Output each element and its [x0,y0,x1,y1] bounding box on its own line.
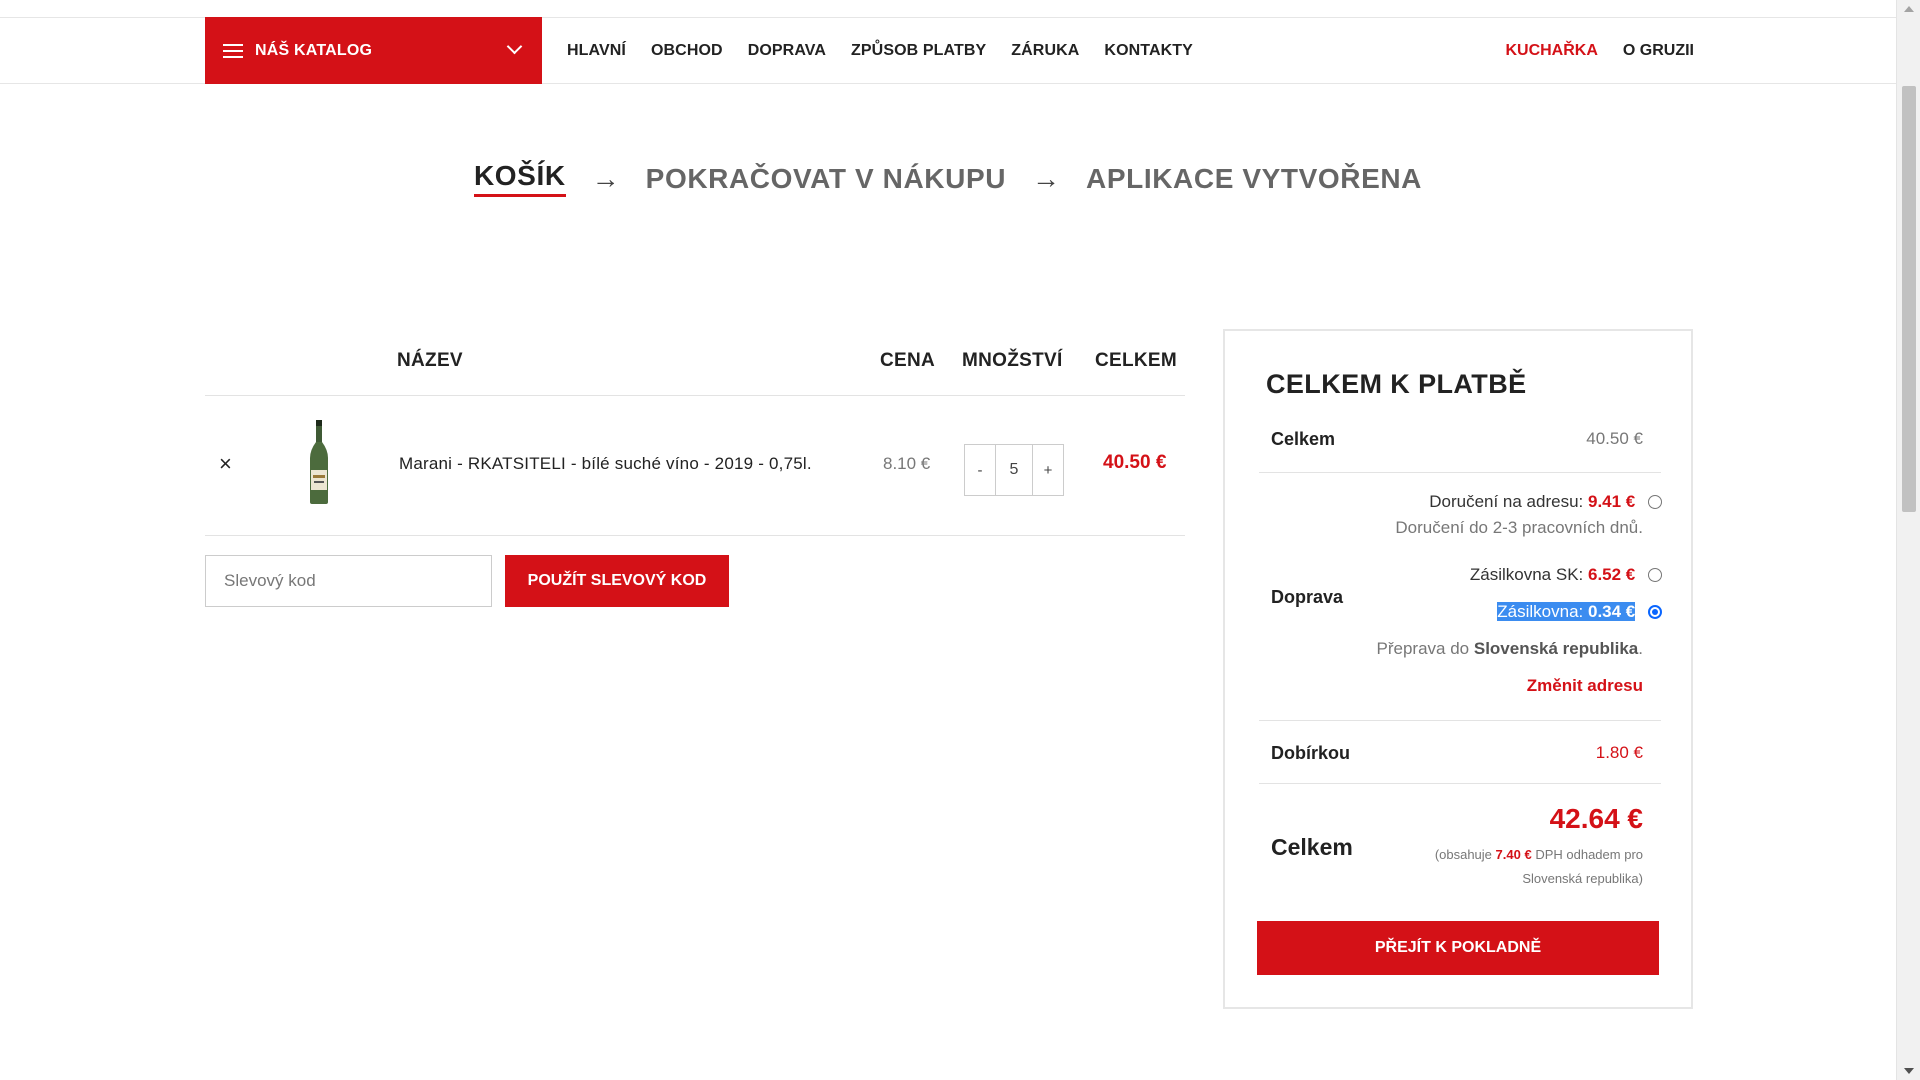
remove-item-icon[interactable]: × [219,451,232,477]
proceed-to-checkout-button[interactable]: PŘEJÍT K POKLADNĚ [1257,921,1659,975]
vat-note: (obsahuje 7.40 € DPH odhadem pro Slovens… [1383,843,1643,891]
cart-totals-box: CELKEM K PLATBĚ Celkem 40.50 € Doprava D… [1223,329,1693,1009]
scroll-down-arrow-icon[interactable] [1904,1068,1914,1074]
divider [1259,720,1661,721]
apply-coupon-button[interactable]: POUŽÍT SLEVOVÝ KOD [505,555,729,607]
main-navbar: NÁŠ KATALOG HLAVNÍ OBCHOD DOPRAVA ZPŮSOB… [0,17,1896,84]
ship-option-zasilkovna-sk[interactable]: Zásilkovna SK: 6.52 € [1470,565,1662,585]
qty-increase-button[interactable]: + [1033,445,1063,495]
catalog-label: NÁŠ KATALOG [255,41,373,59]
product-unit-price: 8.10 € [883,454,931,473]
ship-option-address[interactable]: Doručení na adresu: 9.41 € [1429,492,1662,512]
ship-option-price: 0.34 € [1588,602,1636,621]
column-qty: MNOŽSTVÍ [962,350,1063,371]
selected-text-highlight: Zásilkovna: 0.34 € [1497,602,1636,621]
totals-title: CELKEM K PLATBĚ [1266,369,1527,399]
menu-item-shipping[interactable]: DOPRAVA [748,42,826,60]
arrow-right-icon: → [591,162,620,194]
scroll-up-arrow-icon[interactable] [1904,6,1914,12]
ship-address-note: Doručení do 2-3 pracovních dnů. [1395,518,1643,538]
coupon-input[interactable] [205,555,492,607]
qty-decrease-button[interactable]: - [965,445,995,495]
chevron-down-icon [506,38,523,55]
qty-input[interactable]: 5 [995,445,1033,495]
product-name-link[interactable]: Marani - RKATSITELI - bílé suché víno - … [399,454,812,474]
menu-item-shop[interactable]: OBCHOD [651,42,723,60]
menu-item-payment[interactable]: ZPŮSOB PLATBY [851,42,986,60]
step-cart[interactable]: KOŠÍK [473,160,566,197]
change-address-link[interactable]: Změnit adresu [1527,676,1643,695]
hamburger-icon [223,43,243,58]
grand-total-value: 42.64 € [1549,803,1643,834]
ship-destination-prefix: Přeprava do [1376,639,1470,658]
shipping-label: Doprava [1271,587,1344,607]
product-thumbnail[interactable] [308,420,330,504]
ship-destination: Přeprava do Slovenská republika. [1377,639,1644,659]
ship-destination-country: Slovenská republika [1473,639,1639,658]
subtotal-label: Celkem [1271,429,1336,449]
column-price: CENA [880,350,936,371]
radio-button[interactable] [1648,568,1662,582]
divider [1259,783,1661,784]
scrollbar-thumb[interactable] [1902,86,1916,512]
menu-item-about-georgia[interactable]: O GRUZII [1623,42,1694,60]
ship-option-label: Zásilkovna SK: [1469,565,1584,584]
page-scrollbar[interactable] [1896,0,1920,1080]
radio-button[interactable] [1648,495,1662,509]
radio-button-selected[interactable] [1648,605,1662,619]
menu-item-warranty[interactable]: ZÁRUKA [1011,42,1079,60]
divider [1259,472,1661,473]
arrow-right-icon: → [1032,162,1061,194]
ship-option-label: Doručení na adresu: [1429,492,1584,511]
grand-total-label: Celkem [1271,834,1353,860]
menu-item-home[interactable]: HLAVNÍ [567,42,626,60]
cart-table-header: NÁZEV CENA MNOŽSTVÍ CELKEM [205,330,1185,396]
product-line-total: 40.50 € [1103,452,1167,473]
menu-item-cookbook[interactable]: KUCHAŘKA [1505,42,1597,60]
secondary-menu: KUCHAŘKA O GRUZII [1480,17,1694,84]
column-total: CELKEM [1095,350,1178,371]
step-continue-shopping[interactable]: POKRAČOVAT V NÁKUPU [646,163,1006,195]
vat-suffix: DPH odhadem pro Slovenská republika) [1522,847,1643,886]
cart-table: NÁZEV CENA MNOŽSTVÍ CELKEM × Marani - RK… [205,330,1185,536]
step-order-created: APLIKACE VYTVOŘENA [1086,162,1422,194]
quantity-stepper: - 5 + [964,444,1064,496]
checkout-steps: KOŠÍK → POKRAČOVAT V NÁKUPU → APLIKACE V… [0,160,1896,197]
column-name: NÁZEV [397,350,463,371]
vat-prefix: (obsahuje [1434,847,1492,862]
ship-address-note-text: Doručení do 2-3 pracovních dnů. [1395,518,1643,537]
cart-row: × Marani - RKATSITELI - bílé suché víno … [205,396,1185,536]
vat-value: 7.40 € [1495,847,1532,862]
change-address-wrap: Změnit adresu [1527,676,1643,696]
ship-option-zasilkovna[interactable]: Zásilkovna: 0.34 € [1497,602,1662,622]
cod-value: 1.80 € [1595,743,1643,762]
ship-destination-suffix: . [1638,639,1643,658]
cod-label: Dobírkou [1271,743,1350,763]
ship-option-price: 6.52 € [1588,565,1636,584]
menu-item-contacts[interactable]: KONTAKTY [1104,42,1193,60]
ship-option-price: 9.41 € [1588,492,1636,511]
catalog-menu-button[interactable]: NÁŠ KATALOG [205,17,542,84]
ship-option-label: Zásilkovna: [1497,602,1584,621]
subtotal-value: 40.50 € [1586,429,1643,448]
main-menu: HLAVNÍ OBCHOD DOPRAVA ZPŮSOB PLATBY ZÁRU… [567,17,1218,84]
